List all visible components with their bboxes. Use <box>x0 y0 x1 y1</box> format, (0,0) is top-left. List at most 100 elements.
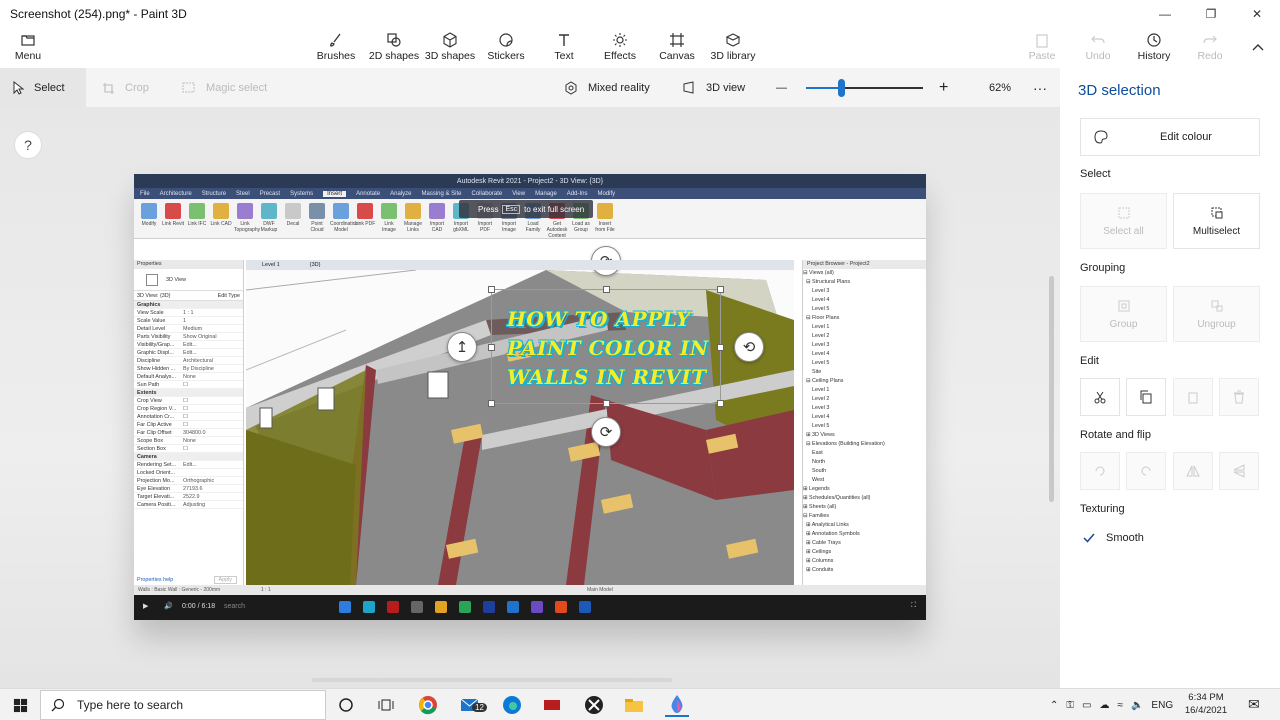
property-row: Camera Positi... Adjusting <box>134 501 243 509</box>
edit-colour-button[interactable]: Edit colour <box>1080 118 1260 156</box>
collapse-chevron-icon[interactable] <box>1250 40 1266 59</box>
smooth-checkbox[interactable]: Smooth <box>1082 531 1144 545</box>
chrome-icon[interactable] <box>416 693 440 717</box>
minimize-button[interactable]: — <box>1142 0 1188 28</box>
cloud-icon[interactable]: ☁ <box>1099 700 1109 711</box>
volume-tray-icon[interactable]: 🔈 <box>1131 700 1143 711</box>
resize-handle[interactable] <box>488 286 495 293</box>
brushes-tool[interactable]: Brushes <box>306 32 366 62</box>
wifi-icon[interactable]: ≈ <box>1117 700 1123 711</box>
edit-heading: Edit <box>1080 355 1099 367</box>
rotate-y-icon[interactable]: ⟲ <box>734 332 764 362</box>
defender-icon[interactable]: ⚿ <box>1066 700 1074 711</box>
resize-handle[interactable] <box>488 344 495 351</box>
history-button[interactable]: History <box>1124 32 1184 62</box>
resize-handle[interactable] <box>717 286 724 293</box>
mixed-reality-button[interactable]: Mixed reality <box>564 68 650 108</box>
text-line-1: HOW TO APPLY <box>507 307 691 331</box>
horizontal-scrollbar[interactable] <box>312 678 672 682</box>
clock-date: 16/4/2021 <box>1184 705 1228 716</box>
property-value: ☐ <box>183 414 188 420</box>
property-key: Projection Mo... <box>137 478 175 484</box>
task-view-icon[interactable] <box>374 693 398 717</box>
3d-shapes-tool[interactable]: 3D shapes <box>420 32 480 62</box>
windows-start-icon[interactable] <box>8 693 32 717</box>
zoom-slider-thumb[interactable] <box>838 79 846 97</box>
notifications-icon[interactable]: ✉ <box>1248 696 1260 713</box>
depth-push-icon[interactable]: ↥ <box>447 332 477 362</box>
magic-select-tool[interactable]: Magic select <box>182 68 267 108</box>
resize-handle[interactable] <box>603 400 610 407</box>
revit-tool-icon <box>597 203 613 219</box>
flip-vertical-button[interactable] <box>1219 452 1259 490</box>
zoom-in-button[interactable]: + <box>939 68 948 108</box>
exit-text: to exit full screen <box>524 204 585 214</box>
language-indicator[interactable]: ENG <box>1151 700 1173 711</box>
tray-chevron-icon[interactable]: ⌃ <box>1050 700 1058 711</box>
undo-button[interactable]: Undo <box>1068 32 1128 62</box>
paint-3d-icon[interactable] <box>665 693 689 717</box>
stickers-tool[interactable]: Stickers <box>476 32 536 62</box>
multiselect-button[interactable]: Multiselect <box>1173 193 1260 249</box>
property-key: Extents <box>137 390 157 396</box>
resize-handle[interactable] <box>717 400 724 407</box>
rotate-x-icon[interactable]: ⟳ <box>591 417 621 447</box>
delete-button[interactable] <box>1219 378 1259 416</box>
select-tool[interactable]: Select <box>0 68 86 108</box>
more-options-button[interactable]: ··· <box>1033 68 1047 108</box>
browser-item: Level 5 <box>803 306 830 312</box>
file-explorer-icon[interactable] <box>622 693 646 717</box>
browser-item: ⊞ Conduits <box>803 567 834 573</box>
browser-item: Level 3 <box>803 342 830 348</box>
clock[interactable]: 6:34 PM 16/4/2021 <box>1184 691 1228 717</box>
property-row: Projection Mo... Orthographic <box>134 477 243 485</box>
cut-button[interactable] <box>1080 378 1120 416</box>
resize-handle[interactable] <box>488 400 495 407</box>
revit-tab: Precast <box>259 190 281 197</box>
vertical-scrollbar[interactable] <box>1049 276 1054 502</box>
cortana-icon[interactable] <box>334 693 358 717</box>
3d-text-object[interactable]: HOW TO APPLY PAINT COLOR IN WALLS IN REV… <box>507 305 712 392</box>
paste-panel-button[interactable] <box>1173 378 1213 416</box>
crop-tool[interactable]: Crop <box>102 68 149 108</box>
2d-shapes-tool[interactable]: 2D shapes <box>364 32 424 62</box>
canvas-tool[interactable]: Canvas <box>647 32 707 62</box>
battery-icon[interactable]: ▭ <box>1082 700 1091 711</box>
zoom-out-button[interactable]: — <box>776 68 787 108</box>
mail-icon[interactable]: 12 <box>458 693 487 717</box>
3d-shapes-label: 3D shapes <box>424 50 476 62</box>
edge-icon[interactable] <box>500 693 524 717</box>
menu-button[interactable]: Menu <box>0 32 58 62</box>
help-button[interactable]: ? <box>14 131 42 159</box>
redo-button[interactable]: Redo <box>1180 32 1240 62</box>
undo-icon <box>1090 32 1106 48</box>
3d-library-tool[interactable]: 3D library <box>703 32 763 62</box>
taskbar-search-box[interactable]: Type here to search <box>40 690 326 720</box>
zoom-level[interactable]: 62% <box>989 68 1011 108</box>
xbox-icon[interactable] <box>582 693 606 717</box>
revit-tool-label: Import gbXML <box>453 221 469 233</box>
canvas-area[interactable]: ? Autodesk Revit 2021 - Project2 - 3D Vi… <box>0 108 1060 688</box>
rotate-right-button[interactable] <box>1126 452 1166 490</box>
group-button[interactable]: Group <box>1080 286 1167 342</box>
property-value: ☐ <box>183 446 188 452</box>
app-red-icon[interactable] <box>540 693 564 717</box>
property-row: Extents <box>134 389 243 397</box>
ungroup-button[interactable]: Ungroup <box>1173 286 1260 342</box>
text-tool[interactable]: Text <box>534 32 594 62</box>
effects-tool[interactable]: Effects <box>590 32 650 62</box>
paste-button[interactable]: Paste <box>1012 32 1072 62</box>
resize-handle[interactable] <box>717 344 724 351</box>
revit-tool-icon <box>141 203 157 219</box>
property-key: Crop Region V... <box>137 406 177 412</box>
resize-handle[interactable] <box>603 286 610 293</box>
rotate-flip-heading: Rotate and flip <box>1080 429 1151 441</box>
grouping-heading: Grouping <box>1080 262 1126 274</box>
3d-view-button[interactable]: 3D view <box>682 68 745 108</box>
close-button[interactable]: ✕ <box>1234 0 1280 28</box>
select-all-button[interactable]: Select all <box>1080 193 1167 249</box>
rotate-left-button[interactable] <box>1080 452 1120 490</box>
copy-button[interactable] <box>1126 378 1166 416</box>
maximize-button[interactable]: ❐ <box>1188 0 1234 28</box>
flip-horizontal-button[interactable] <box>1173 452 1213 490</box>
